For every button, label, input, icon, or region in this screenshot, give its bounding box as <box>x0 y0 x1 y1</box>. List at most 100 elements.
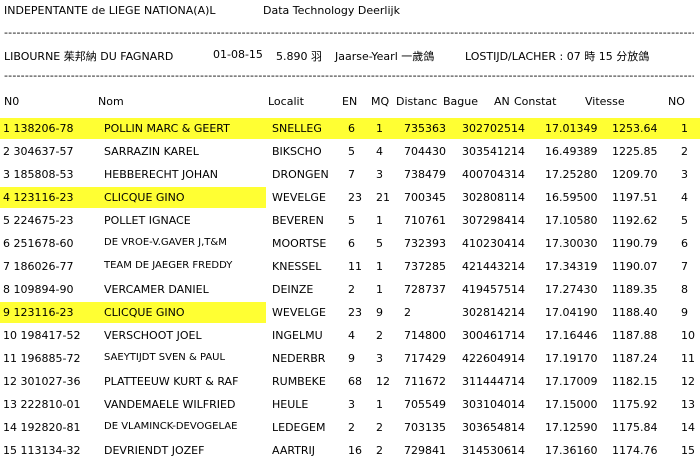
col-no: N0 <box>4 95 20 108</box>
separator-line: ----------------------------------------… <box>4 69 694 82</box>
cell-ring: 307298414 <box>462 214 525 227</box>
cell-mq: 9 <box>376 306 383 319</box>
cell-locality: SNELLEG <box>272 122 322 135</box>
cell-speed: 1190.79 <box>612 237 658 250</box>
cell-en: 4 <box>348 329 355 342</box>
cell-number: 4 123116-23 <box>3 191 74 204</box>
cell-position: 7 <box>681 260 688 273</box>
cell-mq: 1 <box>376 214 383 227</box>
cell-mq: 2 <box>376 329 383 342</box>
cell-name: HEBBERECHT JOHAN <box>104 168 218 181</box>
table-row: 8 109894-90 VERCAMER DANIEL DEINZE 2 1 728737… <box>0 279 700 300</box>
cell-speed: 1253.64 <box>612 122 658 135</box>
cell-position: 12 <box>681 375 695 388</box>
cell-ring: 421443214 <box>462 260 525 273</box>
cell-locality: AARTRIJ <box>272 444 316 457</box>
cell-name: DE VLAMINCK-DEVOGELAE <box>104 421 238 432</box>
cell-ring: 303541214 <box>462 145 525 158</box>
cell-mq: 21 <box>376 191 390 204</box>
cell-distance: 735363 <box>404 122 446 135</box>
cell-distance: 705549 <box>404 398 446 411</box>
cell-number: 13 222810-01 <box>3 398 81 411</box>
race-release-time: LOSTIJD/LACHER : 07 時 15 分放鴿 <box>465 50 650 63</box>
cell-distance: 728737 <box>404 283 446 296</box>
cell-constat: 17.27430 <box>545 283 598 296</box>
table-row: 7 186026-77 TEAM DE JAEGER FREDDY KNESSEL 1… <box>0 256 700 277</box>
cell-speed: 1192.62 <box>612 214 658 227</box>
col-mq: MQ <box>371 95 390 108</box>
cell-speed: 1175.84 <box>612 421 658 434</box>
company-name: Data Technology Deerlijk <box>263 4 400 17</box>
col-localit: Localit <box>268 95 304 108</box>
cell-locality: KNESSEL <box>272 260 322 273</box>
cell-speed: 1182.15 <box>612 375 658 388</box>
cell-en: 5 <box>348 145 355 158</box>
table-header: N0 Nom Localit EN MQ Distanc Bague AN Co… <box>0 95 700 111</box>
cell-en: 2 <box>348 283 355 296</box>
organization-name: INDEPENTANTE de LIEGE NATIONA(A)L <box>4 4 216 17</box>
separator-line: ----------------------------------------… <box>4 26 694 39</box>
cell-position: 9 <box>681 306 688 319</box>
cell-position: 1 <box>681 122 688 135</box>
cell-constat: 17.19170 <box>545 352 598 365</box>
cell-en: 16 <box>348 444 362 457</box>
race-date: 01-08-15 <box>213 48 263 61</box>
cell-name: SARRAZIN KAREL <box>104 145 199 158</box>
cell-ring: 410230414 <box>462 237 525 250</box>
cell-locality: DEINZE <box>272 283 314 296</box>
cell-speed: 1187.88 <box>612 329 658 342</box>
cell-mq: 3 <box>376 352 383 365</box>
col-en: EN <box>342 95 358 108</box>
cell-constat: 17.36160 <box>545 444 598 457</box>
cell-locality: HEULE <box>272 398 309 411</box>
cell-position: 8 <box>681 283 688 296</box>
cell-mq: 3 <box>376 168 383 181</box>
cell-number: 1 138206-78 <box>3 122 74 135</box>
cell-mq: 5 <box>376 237 383 250</box>
cell-speed: 1209.70 <box>612 168 658 181</box>
cell-name: CLICQUE GINO <box>104 191 185 204</box>
table-row: 14 192820-81 DE VLAMINCK-DEVOGELAE LEDEGEM… <box>0 417 700 438</box>
cell-speed: 1190.07 <box>612 260 658 273</box>
cell-speed: 1197.51 <box>612 191 658 204</box>
cell-mq: 1 <box>376 122 383 135</box>
cell-number: 14 192820-81 <box>3 421 81 434</box>
cell-speed: 1175.92 <box>612 398 658 411</box>
cell-en: 68 <box>348 375 362 388</box>
cell-en: 5 <box>348 214 355 227</box>
table-row: 10 198417-52 VERSCHOOT JOEL INGELMU 4 2 71480… <box>0 325 700 346</box>
cell-locality: NEDERBR <box>272 352 326 365</box>
cell-speed: 1188.40 <box>612 306 658 319</box>
cell-constat: 17.25280 <box>545 168 598 181</box>
cell-position: 14 <box>681 421 695 434</box>
cell-locality: LEDEGEM <box>272 421 326 434</box>
cell-constat: 17.12590 <box>545 421 598 434</box>
cell-distance: 2 <box>404 306 411 319</box>
table-row: 1 138206-78 POLLIN MARC & GEERT SNELLEG 6 1 7… <box>0 118 700 139</box>
cell-locality: BEVEREN <box>272 214 324 227</box>
cell-number: 3 185808-53 <box>3 168 74 181</box>
cell-distance: 738479 <box>404 168 446 181</box>
cell-name: SAEYTIJDT SVEN & PAUL <box>104 352 226 363</box>
cell-ring: 400704314 <box>462 168 525 181</box>
cell-ring: 303104014 <box>462 398 525 411</box>
cell-name: PLATTEEUW KURT & RAF <box>104 375 239 388</box>
cell-position: 2 <box>681 145 688 158</box>
cell-locality: MOORTSE <box>272 237 327 250</box>
table-row: 2 304637-57 SARRAZIN KAREL BIKSCHO 5 4 704430… <box>0 141 700 162</box>
race-category: Jaarse-Yearl 一歲鴿 <box>335 50 435 63</box>
cell-constat: 17.04190 <box>545 306 598 319</box>
cell-constat: 17.01349 <box>545 122 598 135</box>
cell-constat: 17.34319 <box>545 260 598 273</box>
cell-mq: 4 <box>376 145 383 158</box>
cell-number: 8 109894-90 <box>3 283 74 296</box>
cell-locality: WEVELGE <box>272 306 326 319</box>
cell-number: 6 251678-60 <box>3 237 74 250</box>
cell-name: POLLET IGNACE <box>104 214 191 227</box>
cell-name: VANDEMAELE WILFRIED <box>104 398 236 411</box>
cell-constat: 16.59500 <box>545 191 598 204</box>
cell-ring: 303654814 <box>462 421 525 434</box>
cell-position: 15 <box>681 444 695 457</box>
col-vitesse: Vitesse <box>585 95 625 108</box>
cell-speed: 1187.24 <box>612 352 658 365</box>
